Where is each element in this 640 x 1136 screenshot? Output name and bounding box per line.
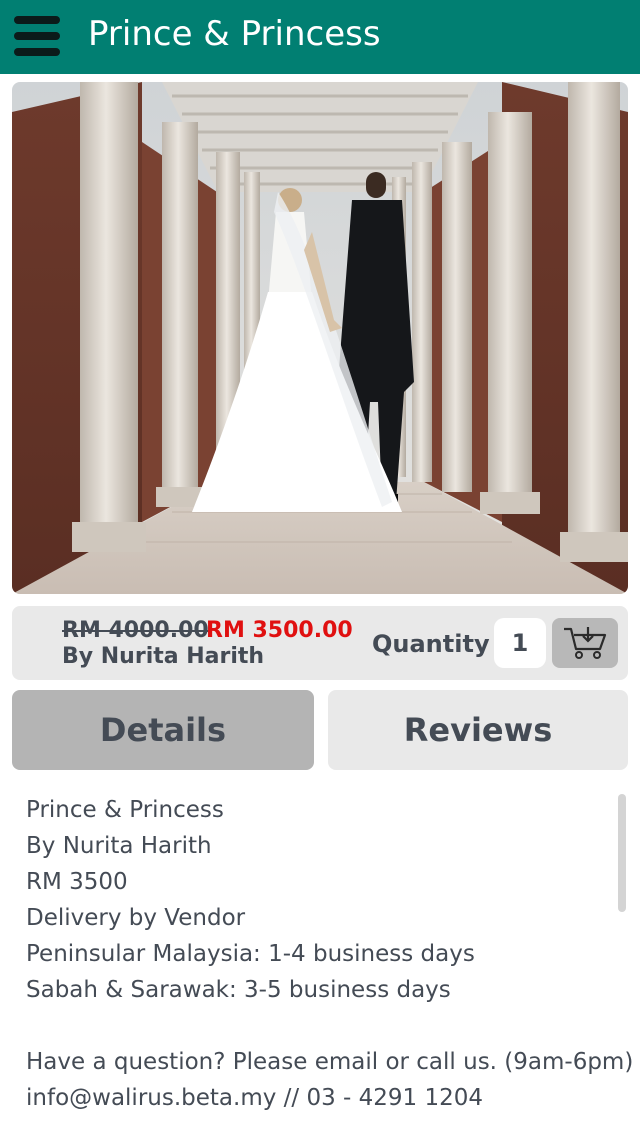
vendor-name: By Nurita Harith	[62, 644, 265, 669]
quantity-input[interactable]: 1	[494, 618, 546, 668]
page-title: Prince & Princess	[88, 14, 381, 54]
tab-reviews[interactable]: Reviews	[328, 690, 628, 770]
price-bar: RM 4000.00 RM 3500.00 By Nurita Harith Q…	[12, 606, 628, 680]
scrollbar[interactable]	[618, 794, 626, 912]
add-to-cart-icon	[564, 627, 607, 659]
details-line: Prince & Princess	[26, 797, 224, 823]
details-line: Peninsular Malaysia: 1-4 business days	[26, 941, 475, 967]
details-line: Sabah & Sarawak: 3-5 business days	[26, 977, 451, 1003]
product-image	[12, 82, 628, 594]
details-line: Delivery by Vendor	[26, 905, 246, 931]
details-panel: Prince & Princess By Nurita Harith RM 35…	[26, 792, 634, 1116]
details-line: RM 3500	[26, 869, 128, 895]
hamburger-menu-icon[interactable]	[14, 16, 60, 56]
details-line: By Nurita Harith	[26, 833, 212, 859]
quantity-label: Quantity	[372, 630, 490, 658]
original-price: RM 4000.00	[62, 618, 209, 643]
app-bar: Prince & Princess	[0, 0, 640, 74]
contact-line: Have a question? Please email or call us…	[26, 1049, 634, 1075]
add-to-cart-button[interactable]	[552, 618, 618, 668]
sale-price: RM 3500.00	[206, 618, 353, 643]
tab-details[interactable]: Details	[12, 690, 314, 770]
contact-line: info@walirus.beta.my // 03 - 4291 1204	[26, 1085, 484, 1111]
